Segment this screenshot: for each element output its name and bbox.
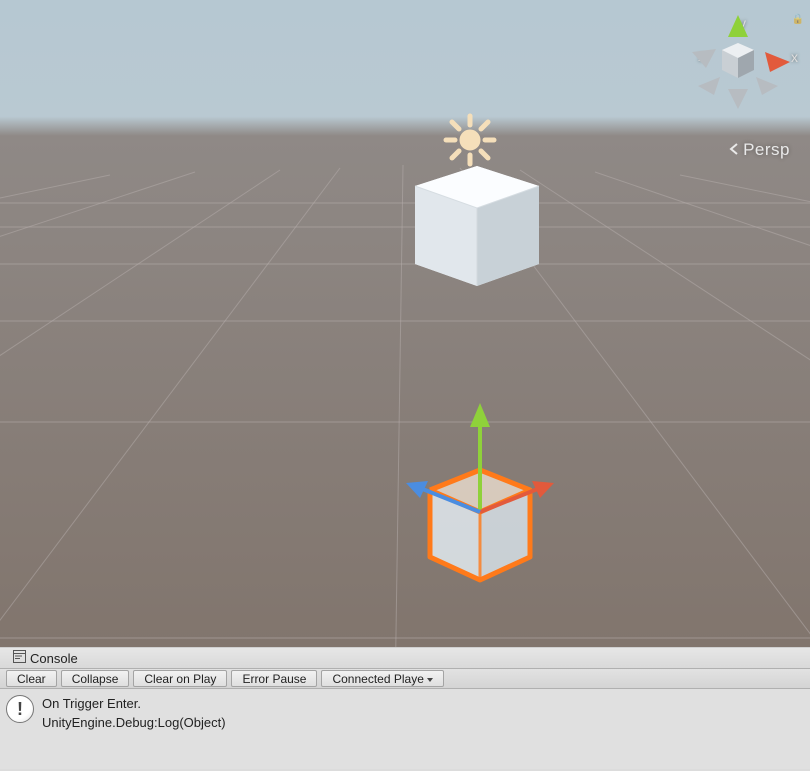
scene-cube-selected[interactable] [390, 395, 570, 605]
info-icon: ! [6, 695, 34, 723]
console-tab[interactable]: Console [5, 648, 86, 668]
scene-viewport[interactable]: y z x 🔒 Persp [0, 0, 810, 647]
log-text: On Trigger Enter. UnityEngine.Debug:Log(… [42, 695, 226, 733]
console-tab-icon [13, 650, 26, 666]
scene-cube-upper[interactable] [407, 156, 547, 291]
chevron-left-icon [728, 140, 740, 160]
directional-light-icon[interactable] [440, 110, 500, 173]
console-panel: Console Clear Collapse Clear on Play Err… [0, 647, 810, 771]
error-pause-button[interactable]: Error Pause [231, 670, 317, 687]
clear-button[interactable]: Clear [6, 670, 57, 687]
console-tabbar: Console [0, 647, 810, 669]
console-tab-label: Console [30, 651, 78, 666]
clear-on-play-button[interactable]: Clear on Play [133, 670, 227, 687]
collapse-button[interactable]: Collapse [61, 670, 130, 687]
log-line-1: On Trigger Enter. [42, 695, 226, 714]
log-line-2: UnityEngine.Debug:Log(Object) [42, 714, 226, 733]
console-toolbar: Clear Collapse Clear on Play Error Pause… [0, 669, 810, 689]
projection-label[interactable]: Persp [728, 140, 790, 160]
connected-player-dropdown[interactable]: Connected Playe [321, 670, 443, 687]
console-log-row[interactable]: ! On Trigger Enter. UnityEngine.Debug:Lo… [0, 689, 810, 769]
orientation-gizmo[interactable] [672, 5, 802, 135]
